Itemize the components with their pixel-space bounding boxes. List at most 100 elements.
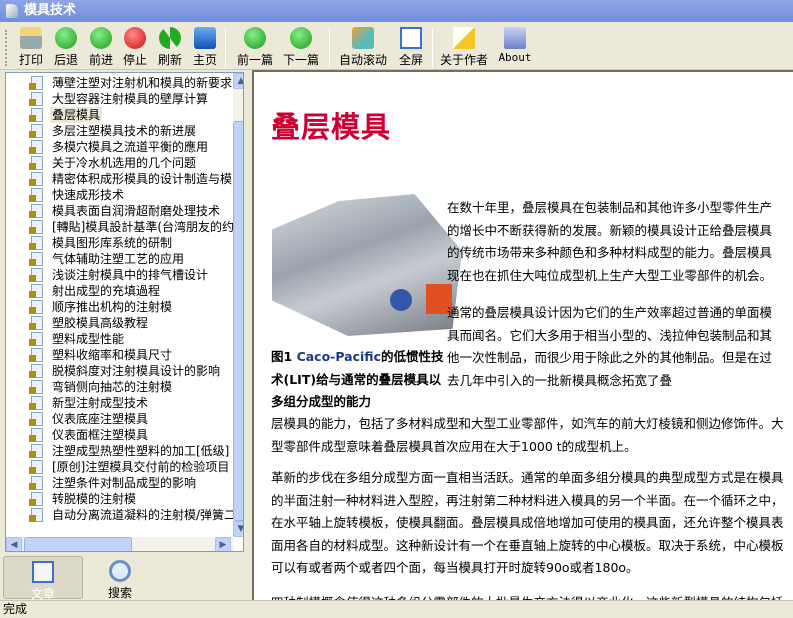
tab-search[interactable]: 搜索 bbox=[80, 556, 160, 600]
fullscreen-icon bbox=[400, 27, 422, 49]
document-icon bbox=[29, 140, 43, 154]
auto-scroll-label: 自动滚动 bbox=[338, 53, 387, 67]
tree-item-label: 仪表面框注塑模具 bbox=[52, 428, 149, 442]
tree-item-label: 仪表底座注塑模具 bbox=[52, 412, 149, 426]
document-icon bbox=[29, 492, 43, 506]
document-icon bbox=[29, 108, 43, 122]
caption-prefix: 图1 bbox=[271, 349, 297, 364]
about-button[interactable]: About bbox=[496, 27, 534, 64]
next-article-label: 下一篇 bbox=[282, 53, 319, 67]
tree-item-label: 新型注射成型技术 bbox=[52, 396, 149, 410]
article-title: 叠层模具 bbox=[271, 110, 392, 144]
horizontal-scrollbar[interactable]: ◀ ▶ bbox=[6, 537, 233, 551]
paragraph: 在数十年里，叠层模具在包装制品和其他许多小型零件生产的增长中不断获得新的发展。新… bbox=[447, 200, 773, 283]
paragraph: 通常的叠层模具设计因为它们的生产效率超过普通的单面模具而闻名。它们大多用于相当小… bbox=[447, 305, 773, 388]
back-arrow-icon bbox=[55, 27, 77, 49]
tree-item-label: 注塑条件对制品成型的影响 bbox=[52, 476, 197, 490]
tree-item-label: 模具表面自润滑超耐磨处理技术 bbox=[52, 204, 221, 218]
document-icon bbox=[29, 124, 43, 138]
tree-item-label: 快速成形技术 bbox=[52, 188, 125, 202]
document-icon bbox=[29, 236, 43, 250]
document-icon bbox=[29, 412, 43, 426]
back-label: 后退 bbox=[53, 53, 78, 67]
forward-arrow-icon bbox=[90, 27, 112, 49]
tree-item-label: [原创]注塑模具交付前的检验项目 bbox=[52, 460, 230, 474]
document-icon bbox=[29, 172, 43, 186]
printer-icon bbox=[20, 27, 42, 49]
document-icon bbox=[29, 76, 43, 90]
auto-scroll-icon bbox=[352, 27, 374, 49]
tree-item-label: 转脱模的注射模 bbox=[52, 492, 137, 506]
article-icon bbox=[32, 561, 54, 583]
tree-item-label: 气体辅助注塑工艺的应用 bbox=[52, 252, 185, 266]
magnifier-icon bbox=[109, 560, 131, 582]
scroll-down-button[interactable]: ▼ bbox=[233, 521, 243, 537]
print-label: 打印 bbox=[18, 53, 43, 67]
print-button[interactable]: 打印 bbox=[12, 27, 50, 68]
previous-article-button[interactable]: 前一篇 bbox=[232, 27, 278, 68]
horizontal-scroll-thumb[interactable] bbox=[24, 537, 132, 551]
document-icon bbox=[29, 220, 43, 234]
home-icon bbox=[194, 27, 216, 49]
caption-brand: Caco-Pacific bbox=[296, 349, 381, 364]
refresh-button[interactable]: 刷新 bbox=[151, 27, 189, 68]
tree-item-label: 射出成型的充填過程 bbox=[52, 284, 161, 298]
home-button[interactable]: 主页 bbox=[186, 27, 224, 68]
scroll-up-button[interactable]: ▲ bbox=[233, 73, 243, 89]
panel-tabs: 文章 搜索 bbox=[0, 555, 246, 601]
tree-item-label: 精密体积成形模具的设计制造与模 bbox=[52, 172, 233, 186]
toolbar-separator bbox=[432, 28, 433, 68]
tree-item-label: 多层注塑模具技术的新进展 bbox=[52, 124, 197, 138]
document-icon bbox=[29, 284, 43, 298]
article-tree: 薄壁注塑对注射机和模具的新要求 大型容器注射模具的壁厚计算 叠层模具 多层注塑模具技术… bbox=[5, 72, 244, 552]
document-icon bbox=[29, 476, 43, 490]
toolbar-grip[interactable] bbox=[5, 30, 7, 66]
forward-button[interactable]: 前进 bbox=[82, 27, 120, 68]
tree-item-label: 塑料成型性能 bbox=[52, 332, 125, 346]
tree-item-label: 关于冷水机选用的几个问题 bbox=[52, 156, 197, 170]
stop-button[interactable]: 停止 bbox=[116, 27, 154, 68]
tab-articles-label: 文章 bbox=[30, 587, 55, 601]
article-view: 叠层模具 在数十年里，叠层模具在包装制品和其他许多小型零件生产的增长中不断获得新… bbox=[252, 70, 793, 600]
figure-caption: 图1 Caco-Pacific的低惯性技术(LIT)给与通常的叠层模具以多组分成… bbox=[271, 346, 447, 414]
back-button[interactable]: 后退 bbox=[47, 27, 85, 68]
tree-item-label: 顺序推出机构的注射模 bbox=[52, 300, 173, 314]
tree-item-label: 塑料收缩率和模具尺寸 bbox=[52, 348, 173, 362]
document-icon bbox=[29, 188, 43, 202]
toolbar-separator bbox=[225, 28, 226, 68]
previous-article-label: 前一篇 bbox=[236, 53, 273, 67]
tree-item-label: 塑胶模具高级教程 bbox=[52, 316, 149, 330]
tree-item-label: 薄壁注塑对注射机和模具的新要求 bbox=[52, 76, 233, 90]
document-icon bbox=[29, 348, 43, 362]
document-icon bbox=[29, 380, 43, 394]
vertical-scrollbar[interactable]: ▲ ▼ bbox=[233, 73, 243, 537]
document-icon bbox=[29, 332, 43, 346]
up-arrow-icon bbox=[244, 27, 266, 49]
tab-search-label: 搜索 bbox=[107, 586, 132, 600]
scroll-left-button[interactable]: ◀ bbox=[6, 537, 22, 551]
tree-item-label: 多模穴模具之流道平衡的應用 bbox=[52, 140, 209, 154]
toolbar-separator bbox=[329, 28, 330, 68]
tree-item-label: 注塑成型热塑性塑料的加工[低级] bbox=[52, 444, 230, 458]
refresh-label: 刷新 bbox=[157, 53, 182, 67]
fullscreen-button[interactable]: 全屏 bbox=[392, 27, 430, 68]
document-icon bbox=[29, 444, 43, 458]
scroll-right-button[interactable]: ▶ bbox=[215, 537, 231, 551]
vertical-scroll-thumb[interactable] bbox=[233, 121, 243, 521]
document-icon bbox=[29, 268, 43, 282]
fullscreen-label: 全屏 bbox=[398, 53, 423, 67]
home-label: 主页 bbox=[192, 53, 217, 67]
toolbar: 打印 后退 前进 停止 刷新 主页 前一篇 下一篇 自动滚动 全屏 关于作者 A… bbox=[0, 24, 793, 70]
next-article-button[interactable]: 下一篇 bbox=[278, 27, 324, 68]
book-icon bbox=[504, 27, 526, 49]
down-arrow-icon bbox=[290, 27, 312, 49]
tree-item-label: 模具图形库系统的研制 bbox=[52, 236, 173, 250]
tree-item-label: 大型容器注射模具的壁厚计算 bbox=[52, 92, 209, 106]
auto-scroll-button[interactable]: 自动滚动 bbox=[336, 27, 390, 68]
document-icon bbox=[29, 300, 43, 314]
stop-label: 停止 bbox=[122, 53, 147, 67]
window-title: 模具技术 bbox=[24, 3, 77, 18]
tab-articles[interactable]: 文章 bbox=[3, 556, 83, 601]
about-author-button[interactable]: 关于作者 bbox=[438, 27, 490, 68]
about-author-label: 关于作者 bbox=[439, 53, 488, 67]
